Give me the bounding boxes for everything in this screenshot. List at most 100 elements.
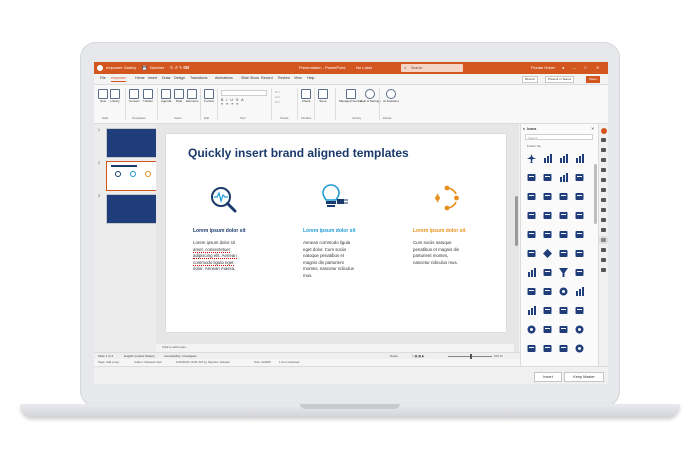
car-icon[interactable] <box>527 192 536 201</box>
tree-icon[interactable] <box>575 268 584 277</box>
factory-icon[interactable] <box>575 211 584 220</box>
puzzle-icon[interactable] <box>527 249 536 258</box>
slide[interactable]: Quickly insert brand aligned templates L… <box>166 134 506 332</box>
icons-filter[interactable]: Fusion Sp. <box>527 144 541 148</box>
bike-icon[interactable] <box>527 173 536 182</box>
chart-icon[interactable] <box>527 306 536 315</box>
menu-file[interactable]: File <box>100 76 106 81</box>
column-3-body[interactable]: Cum sociis natoque penatibus et magnis d… <box>413 240 485 266</box>
column-1-body[interactable]: Lorem ipsum dolor sit amet, consectetuer… <box>193 240 265 273</box>
menu-empower[interactable]: empower <box>111 76 126 82</box>
sensitivity-label[interactable]: No Label <box>356 65 372 70</box>
ship-icon[interactable] <box>527 344 536 353</box>
case-icon[interactable] <box>559 211 568 220</box>
help-settings-button[interactable]: Help & Settings <box>360 89 381 104</box>
menu-slide-show[interactable]: Slide Show <box>241 76 259 81</box>
scrollbar-thumb[interactable] <box>515 196 518 246</box>
rail-icon[interactable] <box>601 218 606 222</box>
present-teams-button[interactable]: Present in Teams <box>545 76 575 83</box>
column-3-heading[interactable]: Lorem ipsum dolor sit <box>413 228 466 234</box>
chart-icon[interactable] <box>527 268 536 277</box>
slide-button[interactable]: Slide <box>174 89 184 104</box>
car-icon[interactable] <box>559 344 568 353</box>
rail-icon[interactable] <box>601 228 606 232</box>
share-button[interactable]: Share <box>586 76 601 83</box>
menu-view[interactable]: View <box>294 76 302 81</box>
column-2-body[interactable]: Aenean commodo ligula eget dolor. Cum so… <box>303 240 375 280</box>
record-button[interactable]: Record <box>522 76 538 83</box>
box-icon[interactable] <box>575 230 584 239</box>
hierarchy-icon[interactable] <box>575 306 584 315</box>
clipboard-icon[interactable] <box>527 230 536 239</box>
rail-icon[interactable] <box>601 178 606 182</box>
rail-icon[interactable] <box>601 158 606 162</box>
grid-icon[interactable] <box>543 192 552 201</box>
grid-icon[interactable] <box>543 230 552 239</box>
check-icon[interactable] <box>543 325 552 334</box>
rail-icon-active[interactable] <box>601 238 606 242</box>
elements-button[interactable]: Elements <box>186 89 199 104</box>
icons-scrollbar[interactable] <box>594 164 597 224</box>
layers-icon[interactable] <box>543 173 552 182</box>
rail-icon[interactable] <box>601 188 606 192</box>
target-icon[interactable] <box>575 344 584 353</box>
rail-icon[interactable] <box>601 168 606 172</box>
calendar-icon[interactable] <box>575 192 584 201</box>
menu-help[interactable]: Help <box>307 76 314 81</box>
truck-icon[interactable] <box>543 268 552 277</box>
check-button[interactable]: Check <box>301 89 311 104</box>
menu-transitions[interactable]: Transitions <box>190 76 207 81</box>
close-icon[interactable]: ✕ <box>596 65 599 70</box>
bus-icon[interactable] <box>543 344 552 353</box>
notes-pane[interactable]: Click to add notes <box>156 344 516 352</box>
store-button[interactable]: Store <box>318 89 328 104</box>
bus-icon[interactable] <box>527 211 536 220</box>
keep-master-button[interactable]: Keep Master <box>564 372 604 382</box>
slide-thumbnail-1[interactable] <box>106 128 158 158</box>
managed-service-button[interactable]: Managed Service <box>339 89 362 104</box>
ai-assistant-button[interactable]: AI Assistant <box>383 89 399 104</box>
diamond-icon[interactable] <box>543 249 552 258</box>
column-2-heading[interactable]: Lorem ipsum dolor sit <box>303 228 356 234</box>
menu-insert[interactable]: Insert <box>148 76 157 81</box>
factory-icon[interactable] <box>543 211 552 220</box>
chart-icon[interactable] <box>575 287 584 296</box>
agenda-button[interactable]: Agenda <box>161 89 171 104</box>
vertical-scrollbar[interactable] <box>514 124 519 352</box>
funnel-icon[interactable] <box>559 268 568 277</box>
quick-access-icons[interactable]: ↻ ↺ ✎ ⌨ <box>170 65 189 70</box>
tags-field[interactable]: Tags: Add a tag <box>98 359 119 366</box>
minimize-icon[interactable]: — <box>572 65 576 70</box>
icons-search-input[interactable]: Search <box>525 134 593 140</box>
maximize-icon[interactable]: □ <box>584 65 586 70</box>
rail-icon[interactable] <box>601 248 606 252</box>
bars-icon[interactable] <box>559 173 568 182</box>
bars-icon[interactable] <box>575 154 584 163</box>
insert-button[interactable]: Insert <box>534 372 562 382</box>
rail-icon[interactable] <box>601 208 606 212</box>
gear-icon[interactable] <box>527 325 536 334</box>
menu-draw[interactable]: Draw <box>162 76 170 81</box>
tracker-button[interactable]: Tracker <box>143 89 153 104</box>
pie-icon[interactable] <box>559 287 568 296</box>
gear-icon[interactable] <box>575 325 584 334</box>
menu-animations[interactable]: Animations <box>215 76 233 81</box>
rail-icon[interactable] <box>601 138 606 142</box>
rail-icon[interactable] <box>601 148 606 152</box>
menu-record[interactable]: Record <box>261 76 273 81</box>
bars-icon[interactable] <box>543 154 552 163</box>
font-dropdown[interactable] <box>221 90 267 96</box>
new-button[interactable]: New <box>98 89 108 104</box>
save-icon[interactable]: 💾 <box>142 65 147 70</box>
slide-title[interactable]: Quickly insert brand aligned templates <box>188 146 409 160</box>
grid-icon[interactable] <box>559 192 568 201</box>
rail-icon[interactable] <box>601 258 606 262</box>
column-1-heading[interactable]: Lorem ipsum dolor sit <box>193 228 246 234</box>
rail-icon[interactable] <box>601 198 606 202</box>
menu-review[interactable]: Review <box>278 76 290 81</box>
boat-icon[interactable] <box>543 287 552 296</box>
slide-thumbnail-2[interactable] <box>106 161 158 191</box>
user-name[interactable]: Florian Huber <box>531 65 555 70</box>
menu-design[interactable]: Design <box>174 76 185 81</box>
search-box[interactable]: ⌕ Search <box>401 64 463 72</box>
